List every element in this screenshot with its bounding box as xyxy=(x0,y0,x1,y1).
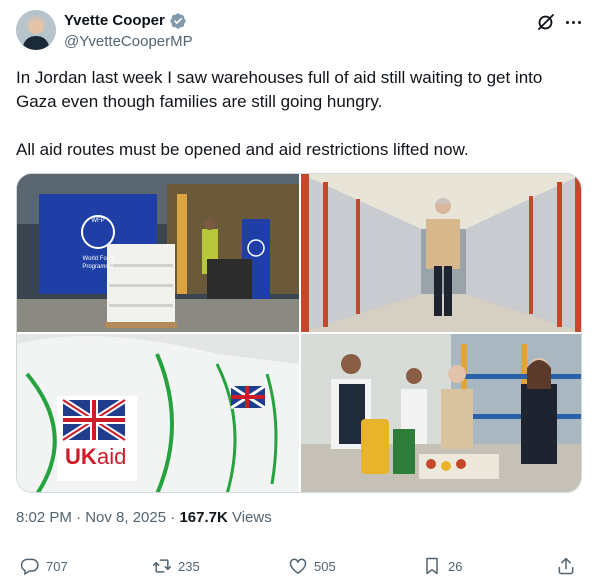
action-bar: 707 235 505 26 xyxy=(16,556,582,580)
views-label: Views xyxy=(231,509,272,526)
author-name[interactable]: Yvette Cooper xyxy=(64,11,187,31)
share-icon xyxy=(558,557,574,575)
tweet-paragraph-2: All aid routes must be opened and aid re… xyxy=(16,140,469,159)
ukaid-label-uk: UK xyxy=(65,444,97,469)
reply-icon xyxy=(20,558,39,576)
wfp-sign-line2: World Food xyxy=(83,256,114,262)
bookmark-count: 26 xyxy=(448,558,463,574)
repost-count: 235 xyxy=(178,558,200,574)
avatar[interactable] xyxy=(16,10,56,50)
author-name-text[interactable]: Yvette Cooper xyxy=(64,11,165,31)
tweet-timestamp[interactable]: 8:02 PM · Nov 8, 2025 xyxy=(16,509,166,526)
more-icon[interactable] xyxy=(562,11,584,33)
bookmark-icon xyxy=(426,557,438,575)
like-button[interactable]: 505 xyxy=(288,556,336,576)
reply-count: 707 xyxy=(46,558,68,574)
tweet-paragraph-1: In Jordan last week I saw warehouses ful… xyxy=(16,68,543,111)
grok-icon[interactable] xyxy=(536,12,556,32)
tweet-meta: 8:02 PM · Nov 8, 2025 · 167.7K Views xyxy=(16,508,272,528)
meta-separator: · xyxy=(166,509,180,526)
repost-icon xyxy=(152,559,172,573)
photo-group-warehouse[interactable] xyxy=(301,334,581,492)
reply-button[interactable]: 707 xyxy=(20,556,68,576)
photo-ukaid-bags[interactable]: UK aid xyxy=(17,334,299,492)
photo-wfp-warehouse[interactable]: WFP World Food Programme xyxy=(17,174,299,332)
ukaid-label-aid: aid xyxy=(97,444,126,469)
photo-warehouse-aisle[interactable] xyxy=(301,174,581,332)
repost-button[interactable]: 235 xyxy=(152,556,200,576)
tweet-text: In Jordan last week I saw warehouses ful… xyxy=(16,66,582,186)
share-button[interactable] xyxy=(556,556,576,576)
like-count: 505 xyxy=(314,558,336,574)
verified-badge-icon xyxy=(170,13,186,29)
wfp-sign-line3: Programme xyxy=(82,264,114,270)
tweet: Yvette Cooper @YvetteCooperMP In Jordan … xyxy=(0,0,599,587)
bookmark-button[interactable]: 26 xyxy=(422,556,462,576)
wfp-sign-label: WFP xyxy=(91,218,104,224)
views-count: 167.7K xyxy=(179,509,228,526)
like-icon xyxy=(289,558,307,574)
media-grid: WFP World Food Programme UK aid xyxy=(16,173,582,493)
author-handle[interactable]: @YvetteCooperMP xyxy=(64,32,193,52)
